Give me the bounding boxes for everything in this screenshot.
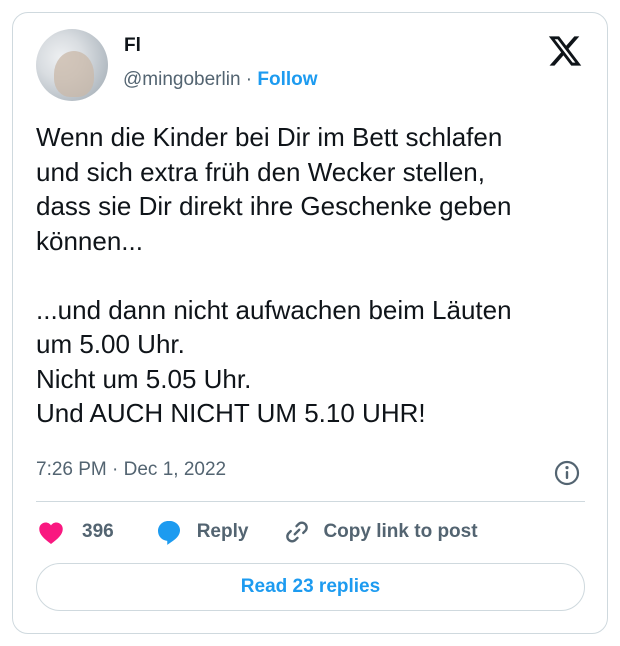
author-handle[interactable]: @mingoberlin (123, 69, 241, 90)
heart-icon (39, 522, 63, 544)
link-icon (286, 521, 309, 543)
action-bar: 396 Reply Copy link to post (36, 515, 478, 549)
tweet-text: Wenn die Kinder bei Dir im Bett schlafen… (36, 122, 512, 428)
tweet-card: Fl @mingoberlin · Follow Wenn die Kinder… (12, 12, 608, 634)
divider (36, 501, 585, 502)
author-name[interactable]: Fl (124, 35, 141, 57)
tweet-timestamp[interactable]: 7:26 PM · Dec 1, 2022 (36, 459, 226, 481)
x-logo-icon[interactable] (545, 33, 585, 69)
info-icon[interactable] (553, 459, 581, 487)
reply-button[interactable]: Reply (154, 517, 249, 547)
like-button[interactable]: 396 (36, 517, 114, 547)
like-count: 396 (82, 521, 114, 542)
copy-link-label: Copy link to post (323, 521, 478, 542)
avatar[interactable] (36, 29, 108, 101)
handle-separator: · (240, 69, 258, 90)
author-handle-row: @mingoberlin · Follow (123, 69, 318, 91)
reply-bubble-icon (157, 521, 180, 545)
copy-link-button[interactable]: Copy link to post (282, 517, 478, 547)
read-replies-button[interactable]: Read 23 replies (36, 563, 585, 611)
follow-link[interactable]: Follow (257, 69, 317, 90)
reply-label: Reply (196, 521, 249, 542)
